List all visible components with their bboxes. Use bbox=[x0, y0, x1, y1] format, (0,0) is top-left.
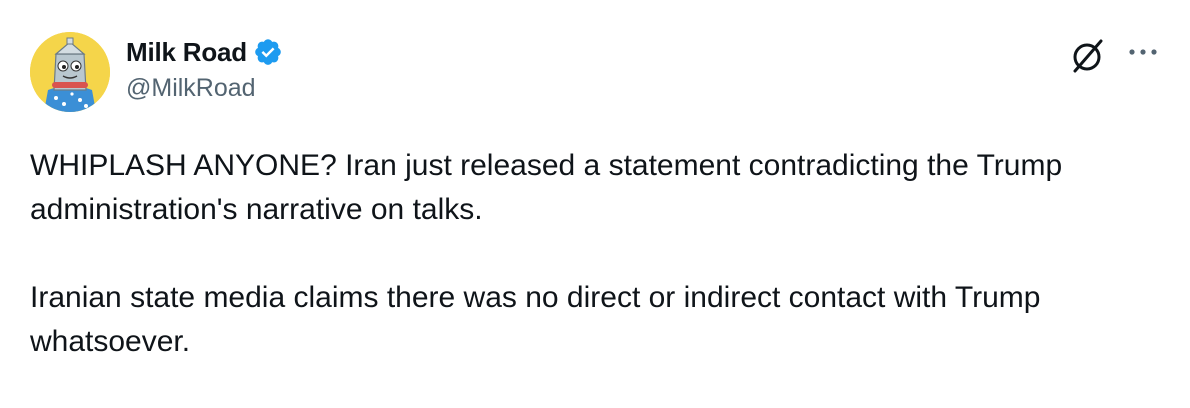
tweet-paragraph: WHIPLASH ANYONE? Iran just released a st… bbox=[30, 149, 1063, 226]
author-block: Milk Road @MilkRoad bbox=[126, 34, 283, 103]
display-name[interactable]: Milk Road bbox=[126, 37, 247, 68]
name-row: Milk Road bbox=[126, 34, 283, 70]
tweet-paragraph: Iranian state media claims there was no … bbox=[30, 281, 1041, 358]
tweet-text: WHIPLASH ANYONE? Iran just released a st… bbox=[30, 144, 1160, 364]
more-horizontal-icon[interactable] bbox=[1126, 40, 1160, 64]
tweet: Milk Road @MilkRoad WHIPLASH ANYONE? Ira… bbox=[0, 0, 1190, 408]
handle[interactable]: @MilkRoad bbox=[126, 74, 283, 103]
avatar[interactable] bbox=[30, 32, 110, 112]
milk-carton-mascot-icon bbox=[30, 32, 110, 112]
verified-badge-icon[interactable] bbox=[253, 37, 283, 67]
grok-slash-icon[interactable] bbox=[1068, 36, 1108, 76]
